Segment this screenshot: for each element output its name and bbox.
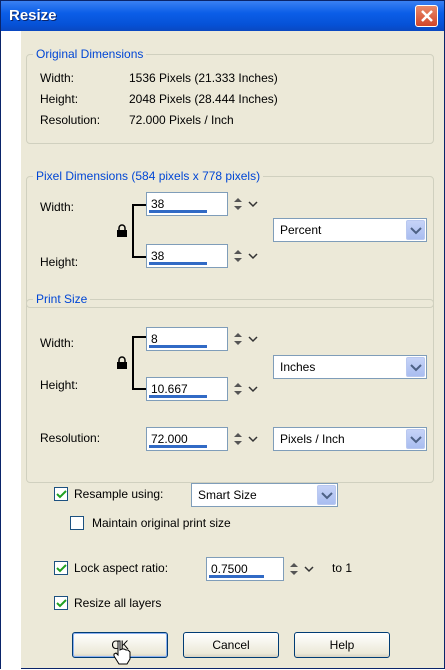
spinner-arrows-icon	[234, 198, 258, 210]
chevron-down-icon	[410, 227, 422, 235]
pixel-height-spinner[interactable]	[230, 245, 262, 267]
spinner-arrows-icon	[234, 250, 258, 262]
print-resolution-input[interactable]: 72.000	[146, 427, 228, 451]
help-button[interactable]: Help	[294, 632, 390, 658]
resample-method-select[interactable]: Smart Size	[191, 483, 338, 507]
spinner-arrows-icon	[290, 563, 314, 575]
original-dimensions-group: Original Dimensions Width: 1536 Pixels (…	[26, 47, 434, 144]
pixel-dimensions-label: Pixel Dimensions (584 pixels x 778 pixel…	[33, 169, 264, 183]
aspect-ratio-input[interactable]: 0.7500	[206, 557, 284, 581]
pixel-width-input[interactable]: 38	[146, 192, 228, 216]
dropdown-button[interactable]	[406, 220, 425, 240]
print-size-label: Print Size	[33, 292, 91, 306]
dropdown-button[interactable]	[317, 485, 336, 505]
original-resolution-value: 72.000 Pixels / Inch	[129, 113, 234, 127]
resample-label[interactable]: Resample using:	[74, 487, 163, 501]
pixel-width-label: Width:	[40, 200, 75, 214]
print-resolution-label: Resolution:	[40, 431, 101, 445]
original-width-value: 1536 Pixels (21.333 Inches)	[129, 71, 278, 85]
pixel-height-label: Height:	[40, 255, 79, 269]
chevron-down-icon	[410, 436, 422, 444]
print-resolution-spinner[interactable]	[230, 428, 262, 450]
close-icon	[421, 10, 433, 22]
checkmark-icon	[56, 490, 67, 499]
lock-aspect-checkbox[interactable]	[54, 561, 68, 575]
background-strip	[1, 31, 21, 670]
lock-icon	[117, 356, 127, 369]
cancel-button[interactable]: Cancel	[183, 632, 279, 658]
print-height-input[interactable]: 10.667	[146, 377, 228, 401]
original-resolution-label: Resolution:	[40, 113, 101, 127]
print-link-bracket	[132, 336, 134, 390]
print-resolution-unit-select[interactable]: Pixels / Inch	[273, 427, 427, 451]
pixel-height-input[interactable]: 38	[146, 244, 228, 268]
hand-cursor-icon	[113, 640, 131, 665]
original-width-label: Width:	[40, 71, 75, 85]
print-unit-select[interactable]: Inches	[273, 355, 427, 379]
dropdown-button[interactable]	[406, 357, 425, 377]
dropdown-button[interactable]	[406, 429, 425, 449]
print-width-input[interactable]: 8	[146, 327, 228, 351]
print-height-label: Height:	[40, 378, 79, 392]
dialog-body: Original Dimensions Width: 1536 Pixels (…	[21, 31, 441, 667]
title-bar[interactable]: Resize	[1, 1, 444, 31]
original-height-label: Height:	[40, 92, 79, 106]
original-height-value: 2048 Pixels (28.444 Inches)	[129, 92, 278, 106]
spinner-arrows-icon	[234, 433, 258, 445]
maintain-print-size-label[interactable]: Maintain original print size	[92, 516, 231, 530]
close-button[interactable]	[415, 5, 438, 27]
pixel-width-spinner[interactable]	[230, 193, 262, 215]
print-height-spinner[interactable]	[230, 378, 262, 400]
spinner-arrows-icon	[234, 383, 258, 395]
resample-checkbox[interactable]	[54, 487, 68, 501]
aspect-ratio-suffix: to 1	[332, 561, 353, 575]
resize-dialog: Resize Original Dimensions Width: 1536 P…	[0, 0, 445, 670]
lock-icon	[117, 224, 127, 237]
print-link-bracket-bottom	[132, 388, 146, 390]
pixel-unit-select[interactable]: Percent	[273, 218, 427, 242]
print-size-group: Print Size Width: Height: Resolution: 8	[26, 292, 434, 483]
resize-all-layers-label[interactable]: Resize all layers	[74, 596, 161, 610]
chevron-down-icon	[410, 364, 422, 372]
checkmark-icon	[56, 564, 67, 573]
print-link-bracket-top	[132, 336, 146, 338]
resize-all-layers-checkbox[interactable]	[54, 596, 68, 610]
print-width-spinner[interactable]	[230, 328, 262, 350]
checkmark-icon	[56, 599, 67, 608]
print-width-label: Width:	[40, 336, 75, 350]
aspect-ratio-spinner[interactable]	[286, 558, 318, 580]
spinner-arrows-icon	[234, 333, 258, 345]
chevron-down-icon	[321, 492, 333, 500]
link-bracket-top	[132, 204, 146, 206]
original-dimensions-label: Original Dimensions	[33, 47, 147, 61]
pixel-dimensions-group: Pixel Dimensions (584 pixels x 778 pixel…	[26, 169, 434, 308]
maintain-print-size-checkbox[interactable]	[70, 516, 84, 530]
link-bracket-bottom	[132, 256, 146, 258]
dialog-title: Resize	[9, 7, 57, 24]
lock-aspect-label[interactable]: Lock aspect ratio:	[74, 561, 168, 575]
link-bracket	[132, 204, 134, 258]
